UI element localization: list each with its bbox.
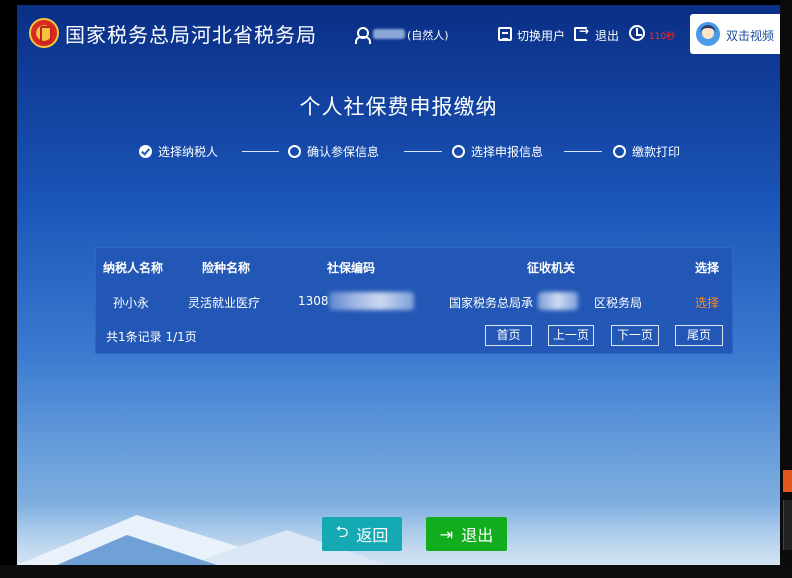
back-button-label: 返回 xyxy=(356,526,389,545)
customer-service-icon xyxy=(696,22,720,46)
authority-redacted xyxy=(538,292,578,310)
column-header-select: 选择 xyxy=(695,261,720,275)
next-page-button[interactable]: 下一页 xyxy=(611,325,659,346)
column-header-name: 纳税人名称 xyxy=(103,261,164,275)
back-button[interactable]: ⮌ 返回 xyxy=(322,517,402,551)
column-header-authority: 征收机关 xyxy=(527,261,576,275)
column-header-insurance: 险种名称 xyxy=(202,261,251,275)
first-page-button[interactable]: 首页 xyxy=(485,325,532,346)
site-title: 国家税务总局河北省税务局 xyxy=(65,23,317,47)
step-select-taxpayer: 选择纳税人 xyxy=(139,143,218,160)
record-summary: 共1条记录 1/1页 xyxy=(106,330,197,344)
step-connector xyxy=(404,151,442,152)
select-link[interactable]: 选择 xyxy=(695,294,719,311)
side-panel xyxy=(783,500,792,550)
step-label: 选择纳税人 xyxy=(158,145,219,159)
code-redacted xyxy=(329,292,414,310)
kiosk-screen: 国家税务总局河北省税务局 (自然人) 切换用户 退出 110秒 双击视频 个人社… xyxy=(17,5,780,565)
circle-icon xyxy=(452,145,465,158)
last-page-button[interactable]: 尾页 xyxy=(675,325,723,346)
user-type-label: (自然人) xyxy=(407,29,449,42)
logout-button[interactable]: 退出 xyxy=(595,27,619,44)
check-circle-icon xyxy=(139,145,152,158)
clock-icon xyxy=(629,25,645,41)
step-label: 确认参保信息 xyxy=(307,145,380,159)
logout-icon[interactable] xyxy=(574,24,589,41)
step-confirm-insurance: 确认参保信息 xyxy=(288,143,379,160)
circle-icon xyxy=(613,145,626,158)
circle-icon xyxy=(288,145,301,158)
side-tab xyxy=(783,470,792,492)
step-label: 选择申报信息 xyxy=(471,145,544,159)
column-header-code: 社保编码 xyxy=(327,261,376,275)
insurance-type: 灵活就业医疗 xyxy=(188,296,261,310)
countdown-timer: 110秒 xyxy=(649,32,676,42)
mountain-shape xyxy=(57,535,217,565)
screen-bezel-right xyxy=(780,0,792,578)
authority-prefix: 国家税务总局承 xyxy=(449,296,534,310)
step-select-declaration: 选择申报信息 xyxy=(452,143,543,160)
exit-button-label: 退出 xyxy=(461,526,494,545)
exit-icon: ⇥ xyxy=(439,524,454,544)
exit-button[interactable]: ⇥ 退出 xyxy=(426,517,507,551)
return-icon: ⮌ xyxy=(335,521,349,541)
social-security-code: 1308 xyxy=(298,294,329,308)
step-pay-print: 缴款打印 xyxy=(613,143,680,160)
step-connector xyxy=(242,151,279,152)
video-help-button[interactable]: 双击视频 xyxy=(690,14,780,54)
switch-user-button[interactable]: 切换用户 xyxy=(517,27,565,44)
switch-user-icon[interactable] xyxy=(498,27,512,41)
screen-bezel-bottom xyxy=(0,565,792,578)
authority-suffix: 区税务局 xyxy=(594,296,643,310)
page-title: 个人社保费申报缴纳 xyxy=(299,95,498,119)
prev-page-button[interactable]: 上一页 xyxy=(548,325,594,346)
taxpayer-table: 纳税人名称 险种名称 社保编码 征收机关 选择 孙小永 灵活就业医疗 1308 … xyxy=(95,247,733,354)
user-name-redacted xyxy=(373,29,405,39)
step-label: 缴款打印 xyxy=(632,145,681,159)
user-icon xyxy=(355,27,371,44)
step-connector xyxy=(564,151,602,152)
tax-emblem-icon xyxy=(29,18,59,48)
video-help-label: 双击视频 xyxy=(726,29,775,43)
taxpayer-name: 孙小永 xyxy=(113,296,150,310)
